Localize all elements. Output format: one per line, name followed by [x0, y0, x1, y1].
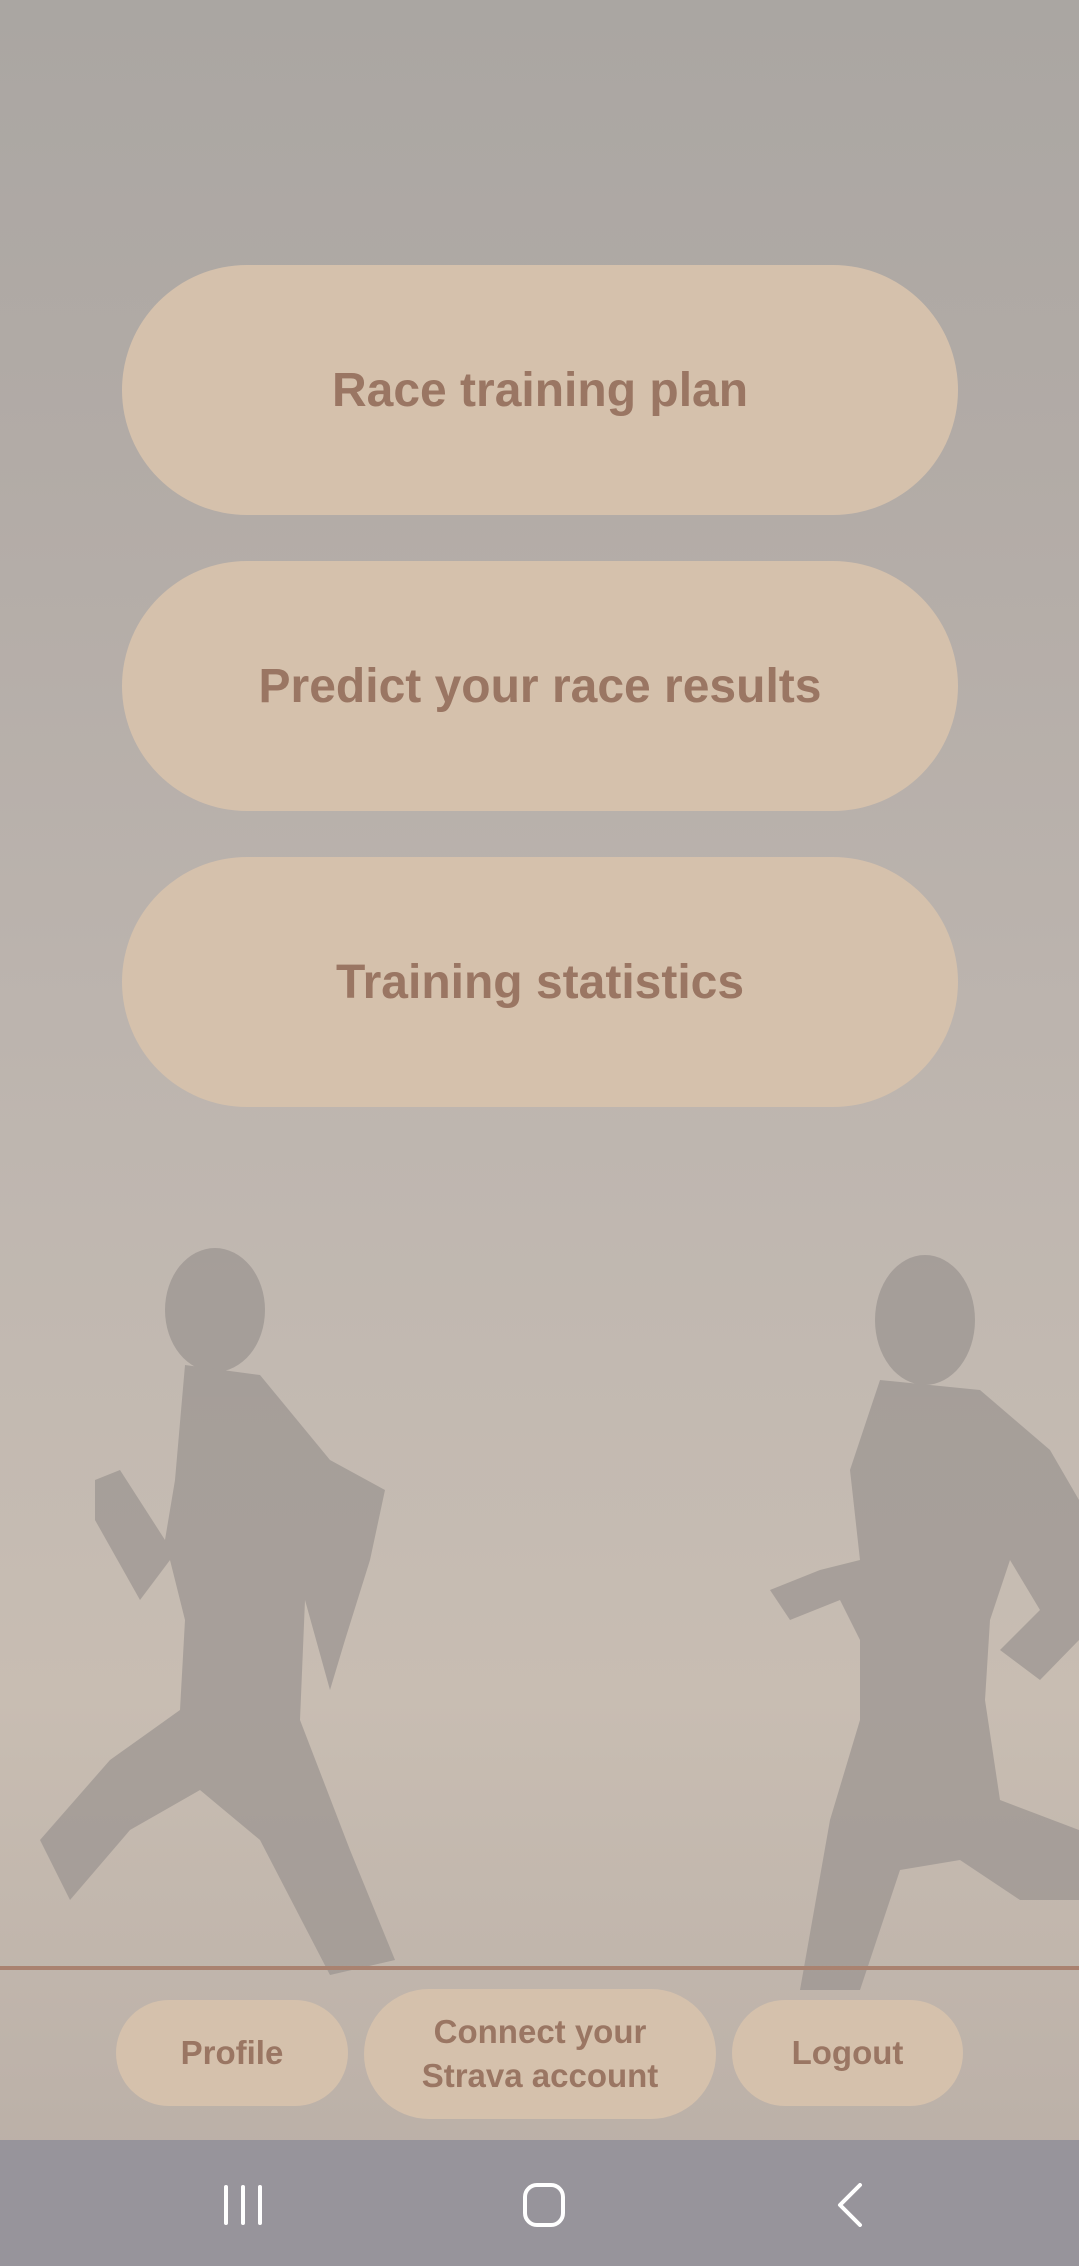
- back-icon[interactable]: [826, 2183, 876, 2227]
- home-icon[interactable]: [520, 2183, 570, 2227]
- connect-strava-label-line2: Strava account: [421, 2057, 659, 2094]
- connect-strava-button[interactable]: Connect your Strava account: [364, 1989, 716, 2119]
- race-training-plan-button[interactable]: Race training plan: [122, 265, 958, 515]
- connect-strava-label-line1: Connect your: [433, 2013, 647, 2050]
- bottom-nav-divider: [0, 1966, 1079, 1970]
- training-statistics-button[interactable]: Training statistics: [122, 857, 958, 1107]
- recents-icon[interactable]: [218, 2183, 268, 2227]
- logout-button[interactable]: Logout: [732, 2000, 963, 2106]
- profile-button[interactable]: Profile: [116, 2000, 348, 2106]
- predict-race-results-button[interactable]: Predict your race results: [122, 561, 958, 811]
